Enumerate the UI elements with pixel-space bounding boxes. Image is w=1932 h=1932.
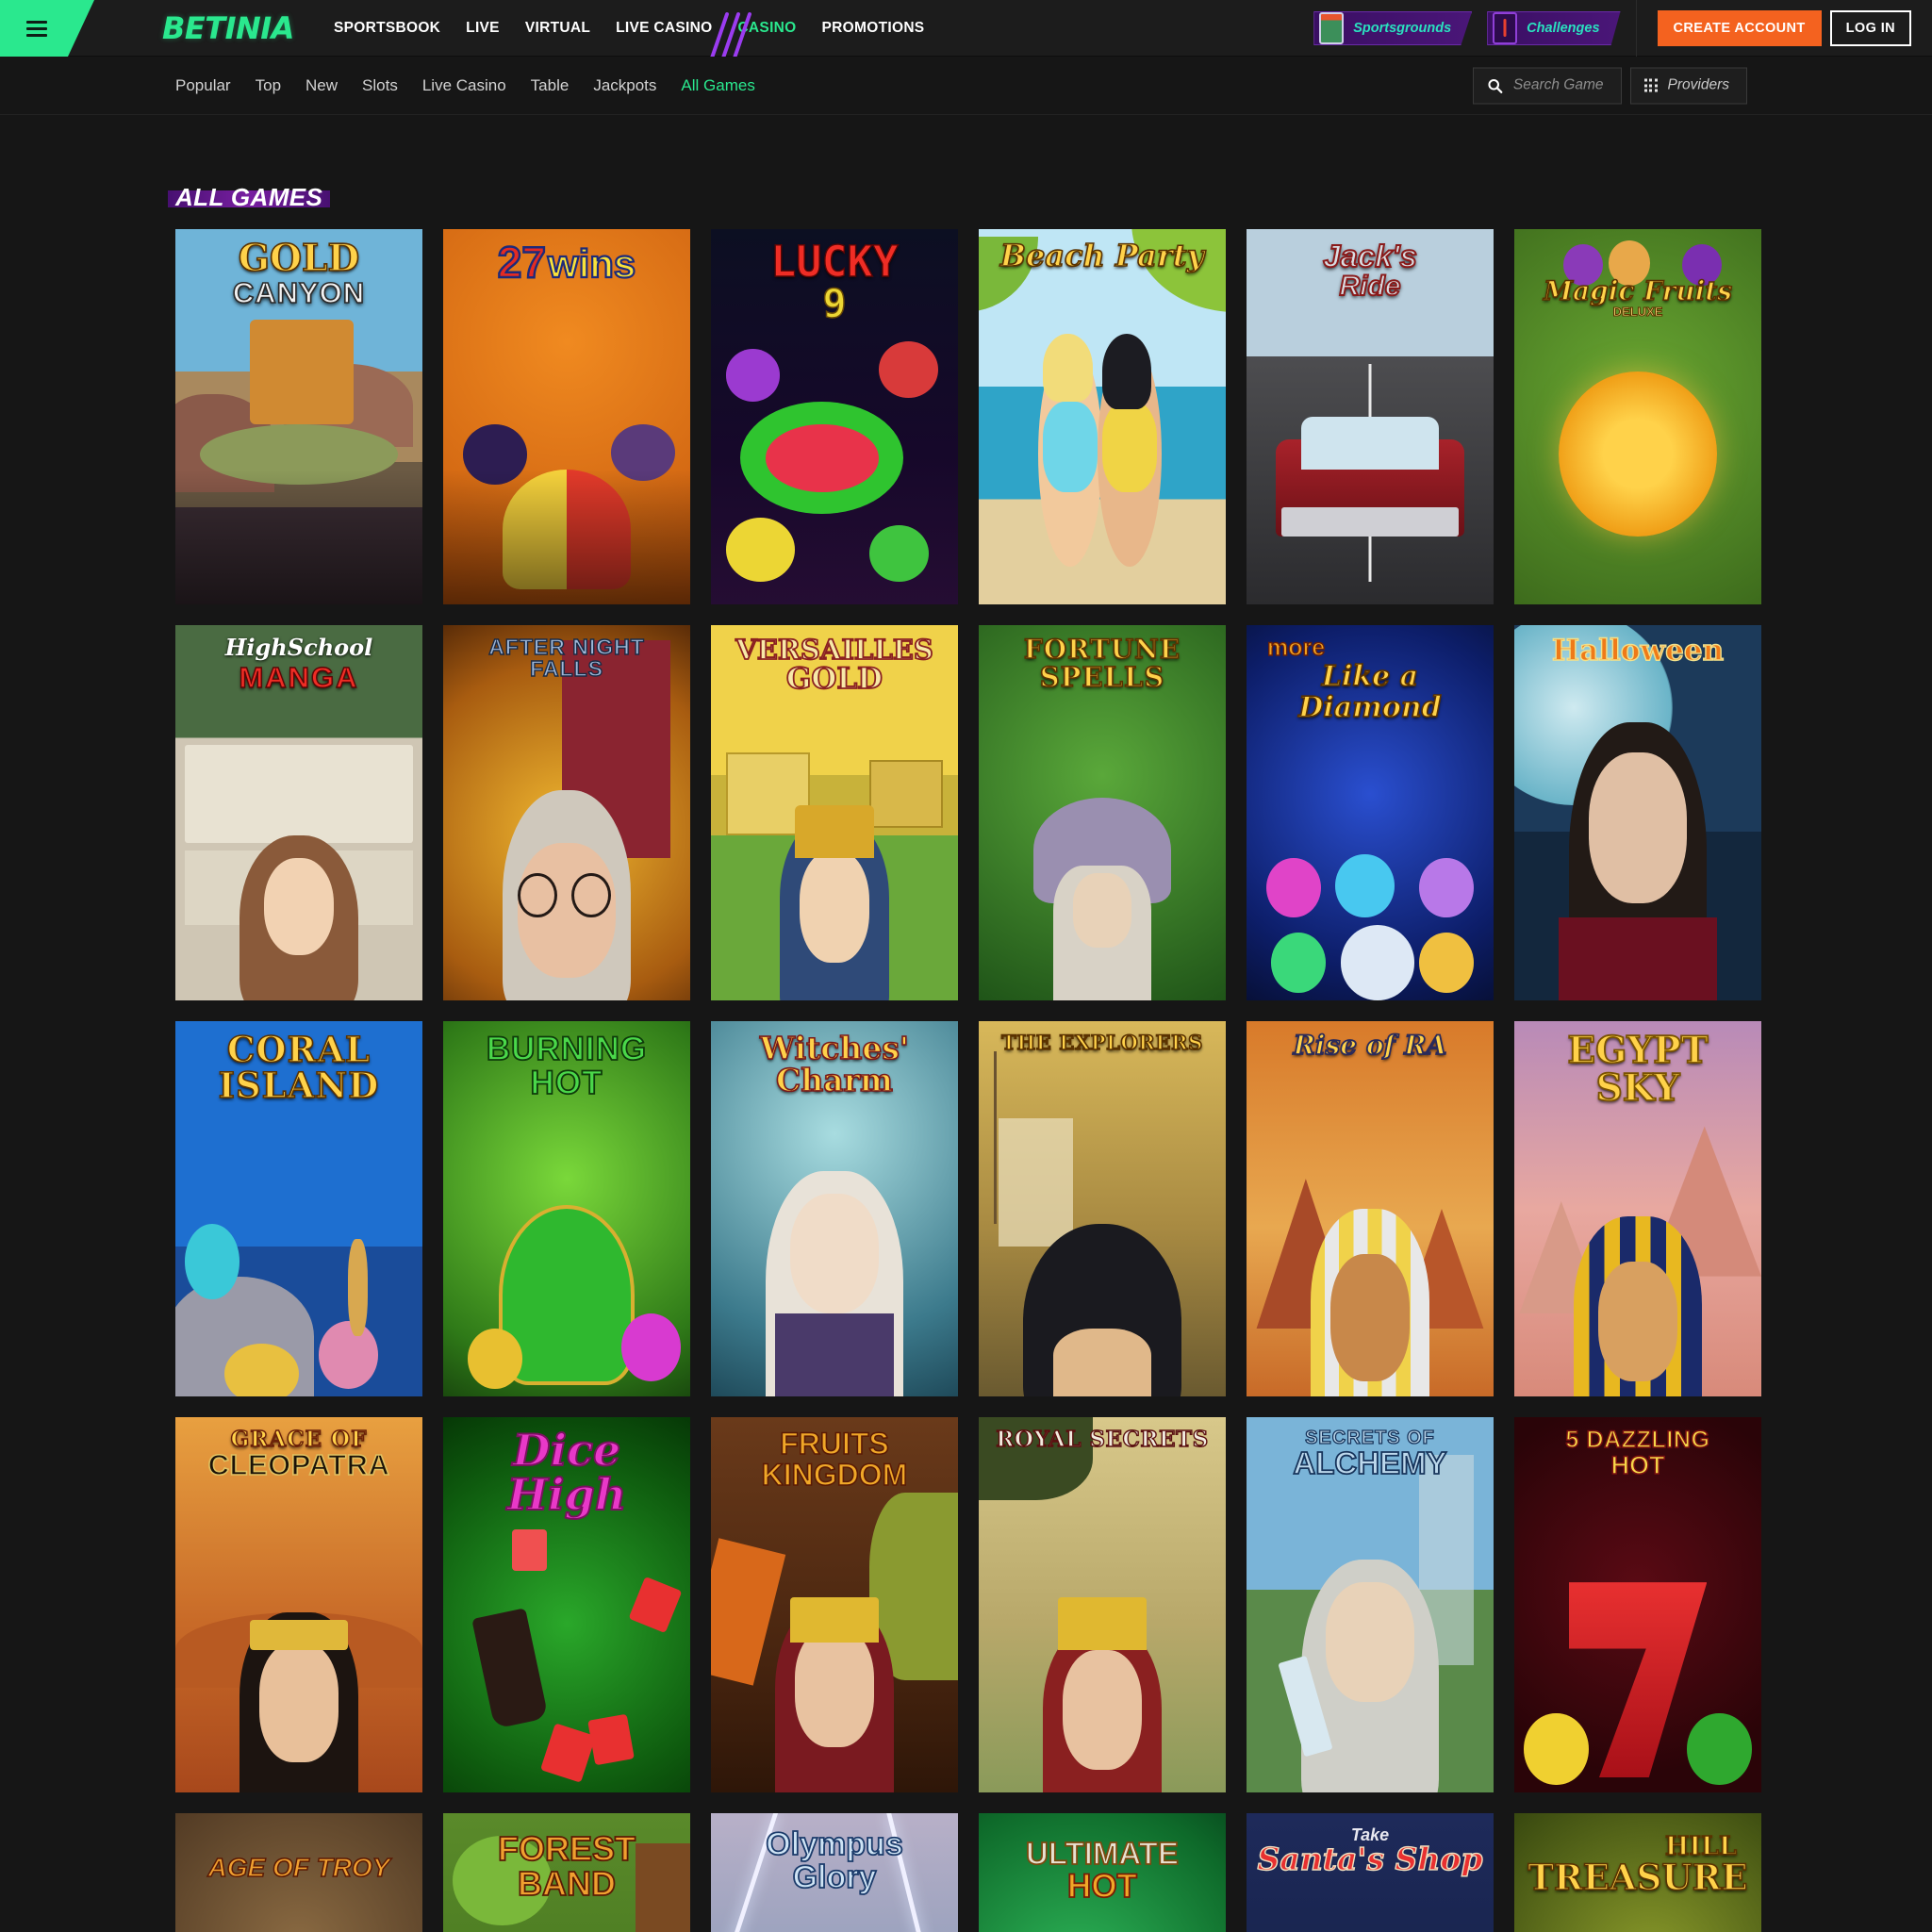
game-tile[interactable]: Jack's Ride (1247, 229, 1494, 604)
nav-item-promotions[interactable]: PROMOTIONS (822, 20, 925, 37)
game-tile[interactable]: Olympus Glory (711, 1813, 958, 1932)
sportsgrounds-label: Sportsgrounds (1353, 21, 1452, 36)
game-artwork (1247, 1813, 1494, 1932)
game-artwork (979, 229, 1226, 604)
game-artwork (979, 1417, 1226, 1792)
subnav-item-top[interactable]: Top (256, 76, 281, 95)
game-tile[interactable]: THE EXPLORERS (979, 1021, 1226, 1396)
game-artwork (711, 229, 958, 604)
game-artwork (1514, 1813, 1761, 1932)
game-tile[interactable]: 5 DAZZLING HOT (1514, 1417, 1761, 1792)
game-artwork (443, 1417, 690, 1792)
game-tile[interactable]: Witches' Charm (711, 1021, 958, 1396)
providers-label: Providers (1667, 76, 1729, 93)
game-tile[interactable]: VERSAILLES GOLD (711, 625, 958, 1000)
header-divider (1635, 0, 1637, 57)
nav-item-live-casino[interactable]: LIVE CASINO (616, 20, 712, 37)
game-artwork (711, 1417, 958, 1792)
game-tile[interactable]: AFTER NIGHT FALLS (443, 625, 690, 1000)
game-tile[interactable]: Rise of RA (1247, 1021, 1494, 1396)
game-artwork (711, 625, 958, 1000)
challenges-label: Challenges (1527, 21, 1600, 36)
hamburger-menu-button[interactable] (0, 0, 94, 57)
nav-item-casino[interactable]: CASINO (737, 20, 796, 37)
game-tile[interactable]: Dice High (443, 1417, 690, 1792)
game-artwork (443, 1813, 690, 1932)
game-artwork (979, 625, 1226, 1000)
subnav-item-popular[interactable]: Popular (175, 76, 231, 95)
game-tile[interactable]: 27wins (443, 229, 690, 604)
game-artwork (1514, 1021, 1761, 1396)
game-artwork (1247, 1417, 1494, 1792)
game-artwork (1514, 625, 1761, 1000)
category-links: Popular Top New Slots Live Casino Table … (175, 76, 755, 95)
game-grid: GOLD CANYON 27wins LUCKY 9 Beach Party J… (175, 229, 1769, 1932)
page-title-container: ALL GAMES (168, 115, 338, 212)
game-tile[interactable]: more Like a Diamond (1247, 625, 1494, 1000)
game-tile[interactable]: EGYPT SKY (1514, 1021, 1761, 1396)
hamburger-icon (26, 20, 47, 37)
tactics-board-icon (1493, 12, 1518, 44)
subnav-item-all-games[interactable]: All Games (681, 76, 754, 95)
game-tile[interactable]: Beach Party (979, 229, 1226, 604)
game-tile[interactable]: Magic Fruits DELUXE (1514, 229, 1761, 604)
game-artwork (711, 1021, 958, 1396)
search-icon (1488, 78, 1503, 93)
game-artwork (1514, 229, 1761, 604)
search-input[interactable]: Search Game (1472, 67, 1622, 104)
game-tile[interactable]: HILL TREASURE (1514, 1813, 1761, 1932)
sportsgrounds-badge[interactable]: Sportsgrounds (1313, 11, 1473, 45)
log-in-button[interactable]: LOG IN (1829, 10, 1911, 46)
subnav-item-table[interactable]: Table (531, 76, 570, 95)
game-tile[interactable]: Take Santa's Shop (1247, 1813, 1494, 1932)
game-artwork (1514, 1417, 1761, 1792)
main-navigation: SPORTSBOOK LIVE VIRTUAL LIVE CASINO CASI… (334, 11, 925, 71)
top-header: BETINIA SPORTSBOOK LIVE VIRTUAL LIVE CAS… (0, 0, 1932, 71)
header-right-actions: Sportsgrounds Challenges CREATE ACCOUNT … (1313, 0, 1932, 57)
game-tile[interactable]: CORAL ISLAND (175, 1021, 422, 1396)
site-logo[interactable]: BETINIA (162, 10, 294, 46)
page-title: ALL GAMES (175, 183, 323, 211)
game-tile[interactable]: ROYAL SECRETS (979, 1417, 1226, 1792)
game-tile[interactable]: HighSchool MANGA (175, 625, 422, 1000)
nav-item-virtual[interactable]: VIRTUAL (525, 20, 590, 37)
game-artwork (175, 1813, 422, 1932)
game-artwork (175, 1417, 422, 1792)
game-artwork (1247, 1021, 1494, 1396)
game-artwork (443, 625, 690, 1000)
subnav-item-slots[interactable]: Slots (362, 76, 398, 95)
game-tile[interactable]: ULTIMATE HOT (979, 1813, 1226, 1932)
game-tile[interactable]: AGE OF TROY (175, 1813, 422, 1932)
game-artwork (443, 1021, 690, 1396)
challenges-badge[interactable]: Challenges (1487, 11, 1621, 45)
game-tile[interactable]: GRACE OF CLEOPATRA (175, 1417, 422, 1792)
game-artwork (1247, 625, 1494, 1000)
search-placeholder: Search Game (1512, 76, 1604, 93)
nav-item-sportsbook[interactable]: SPORTSBOOK (334, 20, 440, 37)
game-artwork (175, 625, 422, 1000)
category-subnav: Popular Top New Slots Live Casino Table … (0, 57, 1932, 115)
game-artwork (711, 1813, 958, 1932)
shield-emblem-icon (1319, 12, 1345, 44)
grid-icon (1643, 78, 1658, 92)
game-tile[interactable]: Halloween (1514, 625, 1761, 1000)
game-tile[interactable]: BURNING HOT (443, 1021, 690, 1396)
game-artwork (979, 1021, 1226, 1396)
subnav-item-live-casino[interactable]: Live Casino (422, 76, 506, 95)
subnav-item-new[interactable]: New (305, 76, 338, 95)
nav-item-live[interactable]: LIVE (466, 20, 500, 37)
game-tile[interactable]: FOREST BAND (443, 1813, 690, 1932)
game-tile[interactable]: GOLD CANYON (175, 229, 422, 604)
subnav-tools: Search Game Providers (1472, 67, 1747, 104)
game-artwork (175, 1021, 422, 1396)
game-artwork (979, 1813, 1226, 1932)
game-tile[interactable]: FORTUNE SPELLS (979, 625, 1226, 1000)
game-tile[interactable]: LUCKY 9 (711, 229, 958, 604)
providers-button[interactable]: Providers (1629, 67, 1747, 104)
game-artwork (1247, 229, 1494, 604)
game-tile[interactable]: FRUITS KINGDOM (711, 1417, 958, 1792)
game-tile[interactable]: SECRETS OF ALCHEMY (1247, 1417, 1494, 1792)
subnav-item-jackpots[interactable]: Jackpots (593, 76, 656, 95)
create-account-button[interactable]: CREATE ACCOUNT (1657, 10, 1822, 46)
